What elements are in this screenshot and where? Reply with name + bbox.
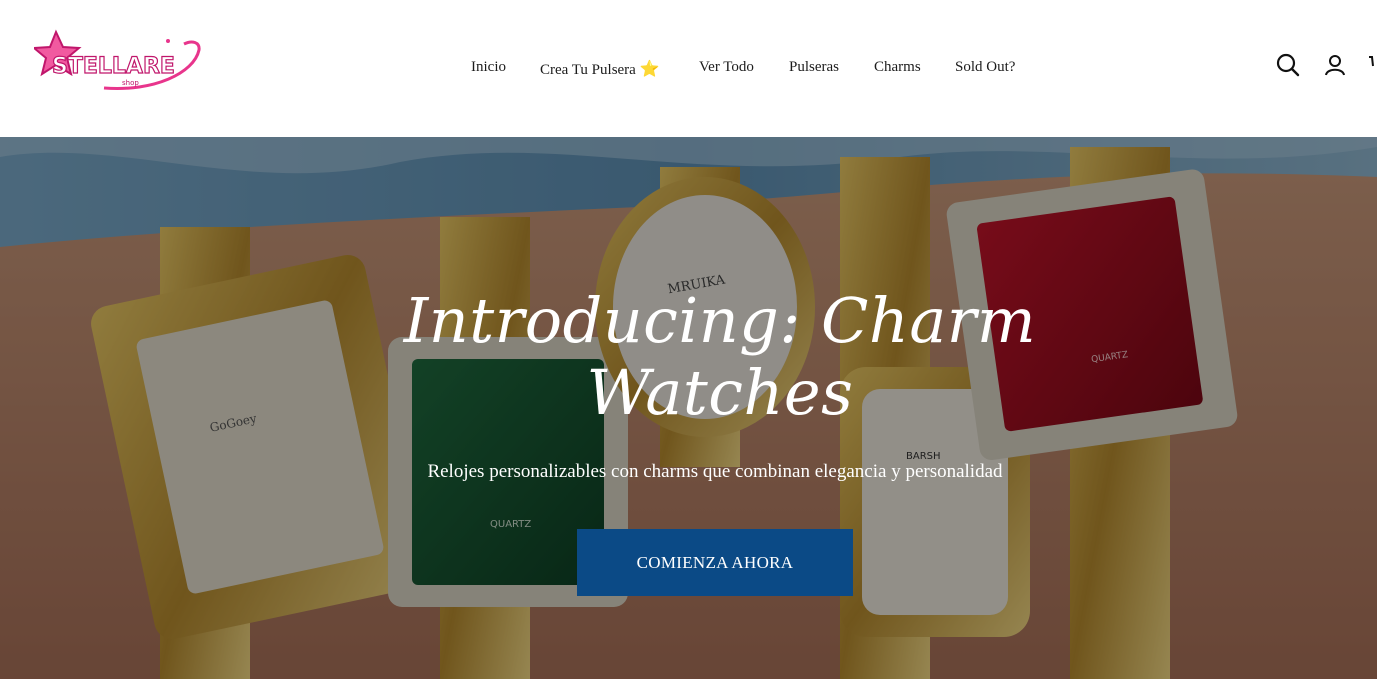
hero-banner: GoGoey QUARTZ MRUIKA BARSH QUARTZ Introd… [0,137,1377,679]
logo-sub: shop [122,79,139,87]
stellare-logo[interactable]: STELLARE shop [34,28,206,94]
nav-crea-tu-pulsera[interactable]: Crea Tu Pulsera ⭐ [540,59,660,79]
nav-crea-label: Crea Tu Pulsera [540,62,636,78]
hero-title: Introducing: Charm Watches [403,284,1037,429]
comienza-ahora-button[interactable]: COMIENZA AHORA [577,529,853,596]
nav-ver-todo[interactable]: Ver Todo [699,59,754,76]
hero-subtitle: Relojes personalizables con charms que c… [427,461,1003,482]
cart-icon[interactable] [1367,52,1377,78]
main-nav: Inicio Crea Tu Pulsera ⭐ Ver Todo Pulsera… [0,0,1377,137]
nav-inicio[interactable]: Inicio [471,59,506,76]
nav-pulseras[interactable]: Pulseras [789,59,839,76]
search-icon[interactable] [1275,52,1301,78]
star-icon: ⭐ [639,61,660,78]
account-icon[interactable] [1322,52,1348,78]
nav-sold-out[interactable]: Sold Out? [955,59,1015,76]
nav-charms[interactable]: Charms [874,59,921,76]
logo-text: STELLARE [52,54,175,79]
site-header: STELLARE shop Inicio Crea Tu Pulsera ⭐ Ve… [0,0,1377,137]
